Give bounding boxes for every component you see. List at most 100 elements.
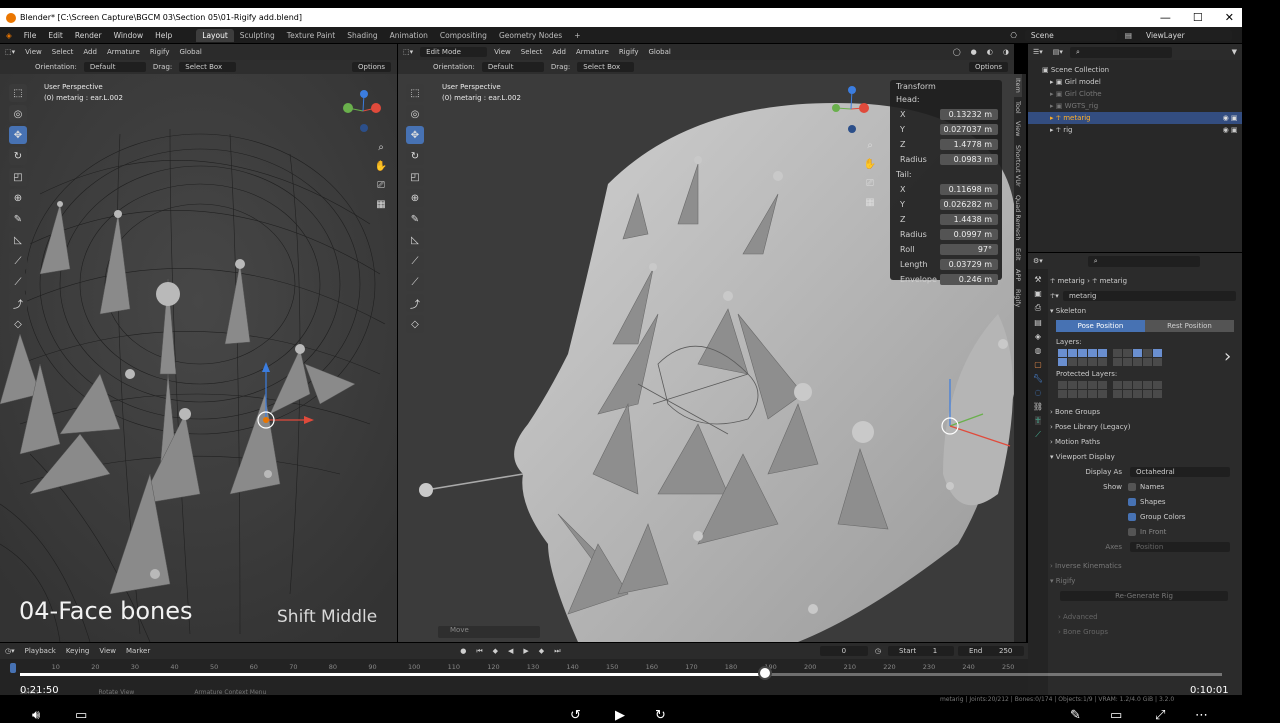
- properties-search-input[interactable]: ⌕: [1087, 255, 1200, 267]
- envelope-field[interactable]: 0.246 m: [940, 274, 998, 285]
- timeline-frame-ruler[interactable]: 0102030405060708090100110120130140150160…: [0, 663, 1028, 673]
- rigify-bone-groups-panel-header[interactable]: › Bone Groups: [1050, 624, 1238, 639]
- minimize-button[interactable]: —: [1160, 11, 1171, 24]
- tab-app[interactable]: APP: [1014, 265, 1022, 285]
- more-options-icon[interactable]: ⋯: [1195, 708, 1208, 723]
- properties-collapse-arrow-icon[interactable]: ›: [1224, 346, 1231, 367]
- right-move-tool-icon[interactable]: ✥: [406, 126, 424, 144]
- jump-end-icon[interactable]: ⏭: [549, 647, 565, 656]
- left-viewport[interactable]: ⬚▾ View Select Add Armature Rigify Globa…: [0, 44, 397, 642]
- tab-geometry-nodes[interactable]: Geometry Nodes: [493, 29, 568, 42]
- menu-render[interactable]: Render: [69, 31, 108, 40]
- left-grid-icon[interactable]: ▦: [374, 197, 388, 211]
- menu-edit[interactable]: Edit: [42, 31, 69, 40]
- shading-material-icon[interactable]: ◐: [982, 48, 998, 56]
- scene-tab-icon[interactable]: ◈: [1035, 332, 1041, 341]
- right-camera-icon[interactable]: ⎚: [863, 176, 877, 190]
- editor-type-icon[interactable]: ⬚▾: [0, 48, 20, 56]
- render-camera-icon[interactable]: ▣: [1231, 114, 1242, 122]
- bone-groups-panel-header[interactable]: › Bone Groups: [1050, 404, 1238, 419]
- right-menu-add[interactable]: Add: [547, 48, 571, 56]
- tail-radius-field[interactable]: 0.0997 m: [940, 229, 998, 240]
- rigify-panel-header[interactable]: ▾ Rigify: [1050, 573, 1238, 588]
- constraints-tab-icon[interactable]: ⛓: [1033, 402, 1043, 411]
- forward-30-icon[interactable]: ↻: [655, 708, 666, 723]
- right-orientation-dropdown[interactable]: Default: [481, 62, 544, 72]
- shapes-checkbox[interactable]: [1128, 497, 1136, 506]
- regenerate-rig-button[interactable]: Re-Generate Rig: [1060, 590, 1228, 601]
- left-menu-armature[interactable]: Armature: [102, 48, 145, 56]
- tool-tab-icon[interactable]: ⚒: [1034, 275, 1041, 284]
- right-scale-tool-icon[interactable]: ◰: [406, 168, 424, 186]
- annotate-tool-icon[interactable]: ✎: [9, 210, 27, 228]
- blender-menu-icon[interactable]: ◈: [0, 31, 18, 40]
- measure-tool-icon[interactable]: ◺: [9, 231, 27, 249]
- timeline-menu-marker[interactable]: Marker: [121, 647, 155, 655]
- right-navigation-gizmo[interactable]: [826, 84, 876, 134]
- scale-tool-icon[interactable]: ◰: [9, 168, 27, 186]
- protected-layers-grid[interactable]: [1050, 381, 1238, 398]
- right-cursor-tool-icon[interactable]: ◎: [406, 105, 424, 123]
- pose-position-button[interactable]: Pose Position: [1056, 320, 1145, 332]
- head-z-field[interactable]: 1.4778 m: [940, 139, 998, 150]
- bone-size-tool-icon[interactable]: ⟋: [9, 252, 27, 270]
- left-options-dropdown[interactable]: Options: [351, 62, 391, 72]
- timeline-menu-playback[interactable]: Playback: [20, 647, 61, 655]
- length-field[interactable]: 0.03729 m: [940, 259, 998, 270]
- volume-icon[interactable]: 🔊︎: [32, 708, 40, 723]
- right-roll-tool-icon[interactable]: ◇: [406, 315, 424, 333]
- menu-help[interactable]: Help: [149, 31, 178, 40]
- group-colors-checkbox[interactable]: [1128, 512, 1136, 521]
- right-menu-select[interactable]: Select: [516, 48, 548, 56]
- axes-position-field[interactable]: Position: [1130, 541, 1230, 552]
- start-frame-field[interactable]: Start 1: [888, 646, 954, 656]
- outliner-row-rig[interactable]: ▸ ☥ rig ◉ ▣: [1028, 124, 1242, 136]
- timeline-menu-keying[interactable]: Keying: [61, 647, 95, 655]
- move-tool-icon[interactable]: ✥: [9, 126, 27, 144]
- tab-compositing[interactable]: Compositing: [434, 29, 493, 42]
- play-icon[interactable]: ▶: [518, 647, 533, 655]
- outliner-row-girl-clothe[interactable]: ▸ ▣ Girl Clothe: [1028, 88, 1242, 100]
- head-y-field[interactable]: 0.027037 m: [940, 124, 998, 135]
- preview-range-icon[interactable]: ◷: [870, 647, 886, 655]
- right-rotate-tool-icon[interactable]: ↻: [406, 147, 424, 165]
- right-pan-hand-icon[interactable]: ✋: [863, 157, 877, 171]
- left-drag-dropdown[interactable]: Select Box: [179, 62, 237, 72]
- rotate-tool-icon[interactable]: ↻: [9, 147, 27, 165]
- left-transform-orientation[interactable]: Global: [175, 48, 207, 56]
- right-bone-envelope-tool-icon[interactable]: ⟋: [406, 273, 424, 291]
- viewport-display-panel-header[interactable]: ▾ Viewport Display: [1050, 449, 1238, 464]
- tab-layout[interactable]: Layout: [196, 28, 234, 42]
- next-keyframe-icon[interactable]: ◆: [534, 647, 549, 655]
- left-orientation-dropdown[interactable]: Default: [83, 62, 146, 72]
- outliner-row-metarig[interactable]: ▸ ☥ metarig ◉ ▣: [1028, 112, 1242, 124]
- timeline-menu-view[interactable]: View: [94, 647, 121, 655]
- tab-texture-paint[interactable]: Texture Paint: [281, 29, 341, 42]
- inverse-kinematics-panel-header[interactable]: › Inverse Kinematics: [1050, 558, 1238, 573]
- physics-tab-icon[interactable]: ◌: [1035, 388, 1042, 397]
- tab-rigify[interactable]: Rigify: [1014, 285, 1022, 311]
- shading-wireframe-icon[interactable]: ◯: [948, 48, 966, 56]
- right-menu-armature[interactable]: Armature: [571, 48, 614, 56]
- right-menu-rigify[interactable]: Rigify: [614, 48, 644, 56]
- right-measure-tool-icon[interactable]: ◺: [406, 231, 424, 249]
- bone-envelope-tool-icon[interactable]: ⟋: [9, 273, 27, 291]
- scene-selector[interactable]: Scene: [1024, 29, 1117, 41]
- datablock-name-field[interactable]: metarig: [1062, 290, 1236, 301]
- right-drag-dropdown[interactable]: Select Box: [577, 62, 635, 72]
- pose-library-panel-header[interactable]: › Pose Library (Legacy): [1050, 419, 1238, 434]
- left-camera-icon[interactable]: ⎚: [374, 178, 388, 192]
- left-menu-add[interactable]: Add: [78, 48, 102, 56]
- tab-shading[interactable]: Shading: [341, 29, 383, 42]
- edit-icon[interactable]: ✎: [1070, 708, 1081, 723]
- right-zoom-icon[interactable]: ⌕: [863, 138, 877, 152]
- armature-data-tab-icon[interactable]: ☥: [1035, 416, 1041, 425]
- tab-edit[interactable]: Edit: [1014, 244, 1022, 265]
- output-tab-icon[interactable]: ⎙: [1035, 303, 1041, 313]
- add-workspace-button[interactable]: +: [568, 29, 586, 42]
- render-camera-icon[interactable]: ▣: [1231, 126, 1242, 134]
- advanced-panel-header[interactable]: › Advanced: [1050, 609, 1238, 624]
- display-as-dropdown[interactable]: Octahedral: [1130, 466, 1230, 477]
- play-pause-icon[interactable]: ▶: [615, 708, 625, 723]
- cursor-tool-icon[interactable]: ◎: [9, 105, 27, 123]
